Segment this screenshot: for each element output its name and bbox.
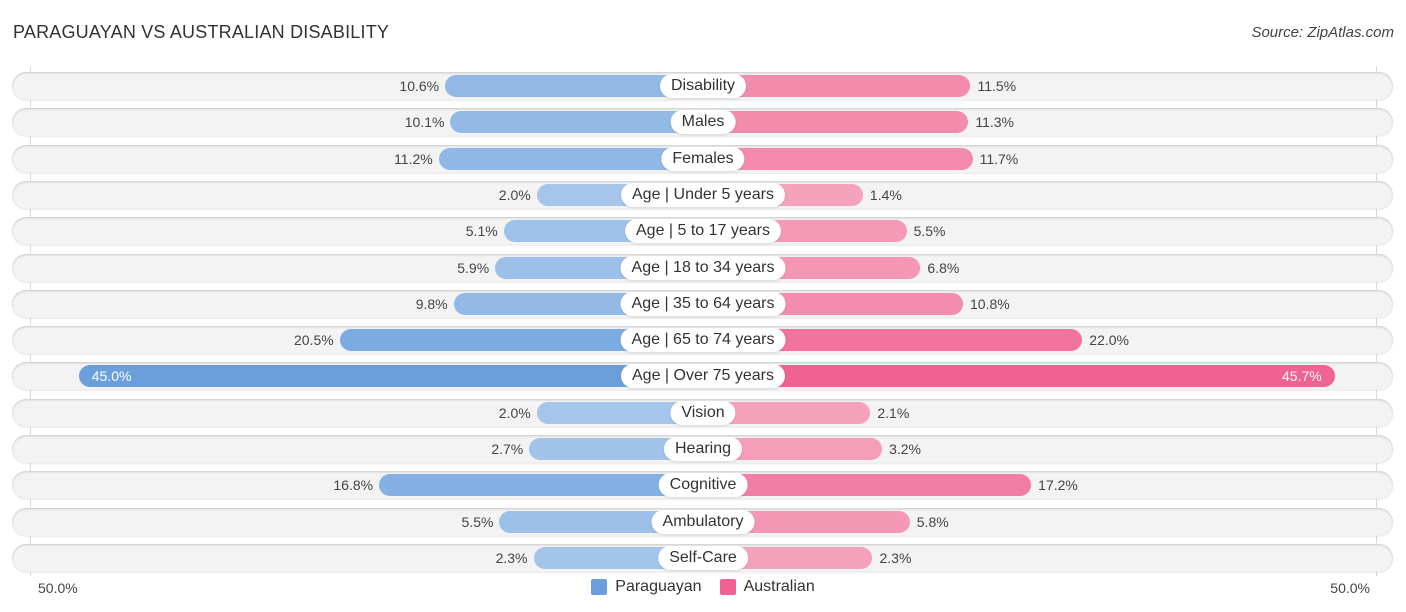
category-label: Age | 18 to 34 years bbox=[620, 256, 786, 280]
value-label-paraguayan: 2.0% bbox=[498, 187, 531, 203]
value-label-paraguayan: 45.0% bbox=[91, 368, 132, 384]
value-label-australian: 5.8% bbox=[916, 514, 949, 530]
category-label: Ambulatory bbox=[651, 510, 755, 534]
legend-label-australian: Australian bbox=[743, 578, 815, 595]
bar-paraguayan[interactable] bbox=[450, 111, 703, 133]
value-label-australian: 11.7% bbox=[979, 151, 1019, 167]
value-label-paraguayan: 20.5% bbox=[293, 332, 334, 348]
value-label-australian: 3.2% bbox=[889, 441, 921, 457]
category-label: Males bbox=[670, 110, 736, 134]
bar-australian[interactable] bbox=[703, 365, 1335, 387]
value-label-australian: 5.5% bbox=[913, 223, 946, 239]
value-label-paraguayan: 16.8% bbox=[333, 477, 374, 493]
value-label-paraguayan: 10.1% bbox=[404, 114, 445, 130]
category-label: Age | 65 to 74 years bbox=[620, 328, 786, 352]
value-label-australian: 1.4% bbox=[869, 187, 902, 203]
chart-title: PARAGUAYAN VS AUSTRALIAN DISABILITY bbox=[13, 22, 390, 42]
legend-swatch-australian bbox=[719, 579, 736, 595]
legend-item-australian[interactable]: Australian bbox=[719, 578, 815, 596]
bar-paraguayan[interactable] bbox=[379, 474, 703, 496]
category-label: Females bbox=[661, 147, 745, 171]
category-label: Age | 35 to 64 years bbox=[620, 292, 786, 316]
bar-paraguayan[interactable] bbox=[78, 365, 703, 387]
legend-label-paraguayan: Paraguayan bbox=[615, 578, 702, 595]
value-label-paraguayan: 11.2% bbox=[394, 151, 433, 167]
legend-swatch-paraguayan bbox=[591, 579, 608, 595]
value-label-paraguayan: 5.5% bbox=[461, 514, 494, 530]
value-label-paraguayan: 2.3% bbox=[495, 550, 528, 566]
category-label: Age | Over 75 years bbox=[621, 364, 785, 388]
value-label-paraguayan: 2.0% bbox=[498, 405, 531, 421]
value-label-paraguayan: 9.8% bbox=[415, 296, 448, 312]
category-label: Age | 5 to 17 years bbox=[624, 219, 782, 243]
category-label: Cognitive bbox=[658, 473, 748, 497]
value-label-australian: 2.3% bbox=[879, 550, 912, 566]
value-label-australian: 2.1% bbox=[877, 405, 910, 421]
bar-australian[interactable] bbox=[703, 111, 969, 133]
value-label-australian: 11.5% bbox=[977, 78, 1017, 94]
legend: Paraguayan Australian bbox=[0, 578, 1406, 596]
right-axis-guide bbox=[1376, 66, 1377, 576]
category-label: Disability bbox=[659, 74, 747, 98]
category-label: Age | Under 5 years bbox=[620, 183, 786, 207]
bar-australian[interactable] bbox=[703, 474, 1032, 496]
value-label-paraguayan: 5.1% bbox=[465, 223, 498, 239]
value-label-australian: 11.3% bbox=[975, 114, 1015, 130]
value-label-australian: 6.8% bbox=[927, 260, 960, 276]
category-label: Hearing bbox=[663, 437, 743, 461]
value-label-paraguayan: 5.9% bbox=[457, 260, 490, 276]
value-label-paraguayan: 10.6% bbox=[399, 78, 440, 94]
source-credit: Source: ZipAtlas.com bbox=[1251, 24, 1394, 41]
value-label-australian: 45.7% bbox=[1282, 368, 1322, 384]
value-label-australian: 22.0% bbox=[1089, 332, 1129, 348]
category-label: Vision bbox=[670, 401, 736, 425]
value-label-paraguayan: 2.7% bbox=[491, 441, 524, 457]
left-axis-guide bbox=[30, 66, 31, 576]
value-label-australian: 10.8% bbox=[970, 296, 1010, 312]
legend-item-paraguayan[interactable]: Paraguayan bbox=[591, 578, 702, 596]
category-label: Self-Care bbox=[658, 546, 748, 570]
value-label-australian: 17.2% bbox=[1038, 477, 1078, 493]
